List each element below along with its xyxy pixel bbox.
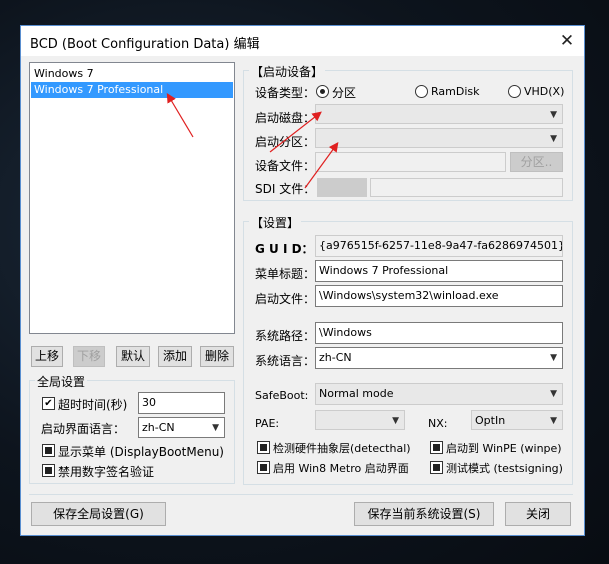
annotation-arrow xyxy=(304,142,339,189)
annotation-arrows xyxy=(166,92,339,189)
annotation-arrow xyxy=(166,92,194,138)
annotation-arrow xyxy=(269,111,322,153)
